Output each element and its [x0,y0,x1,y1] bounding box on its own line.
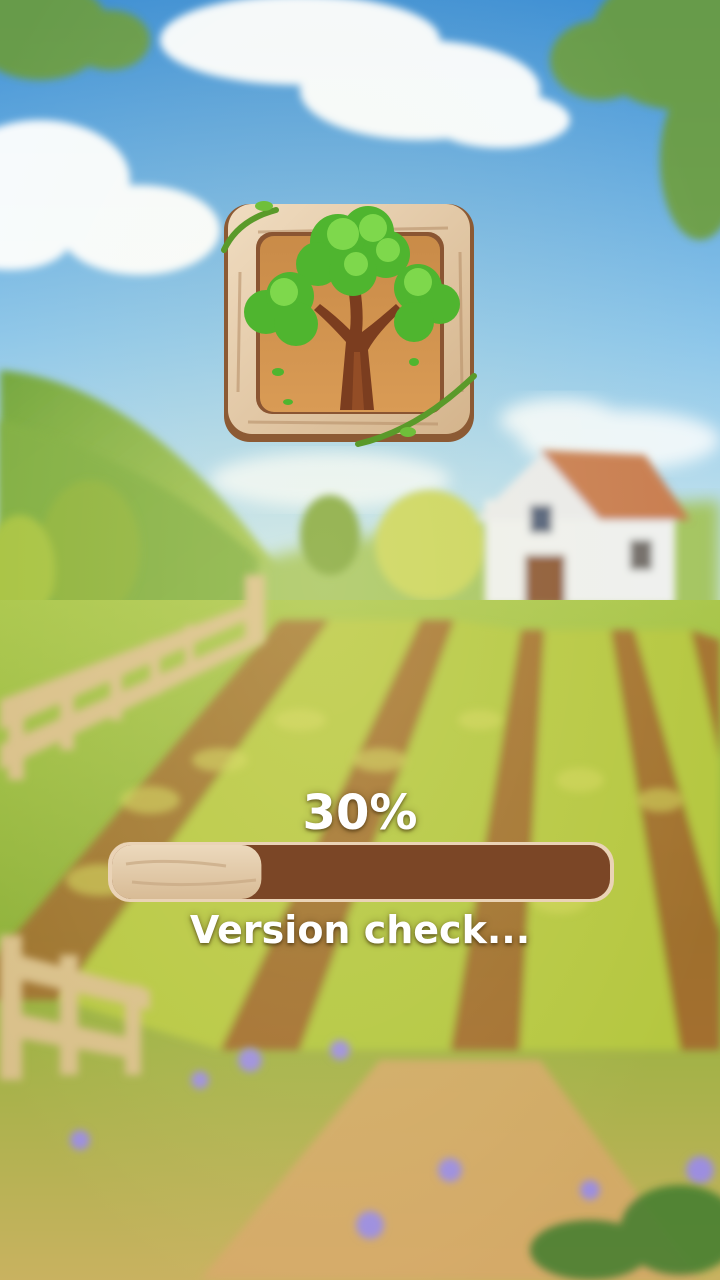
loading-percent: 30% [302,785,418,841]
loading-status-text: Version check... [189,908,531,952]
progress-fill [112,845,262,899]
tree-icon [221,201,477,447]
loading-progress-bar [108,842,614,902]
